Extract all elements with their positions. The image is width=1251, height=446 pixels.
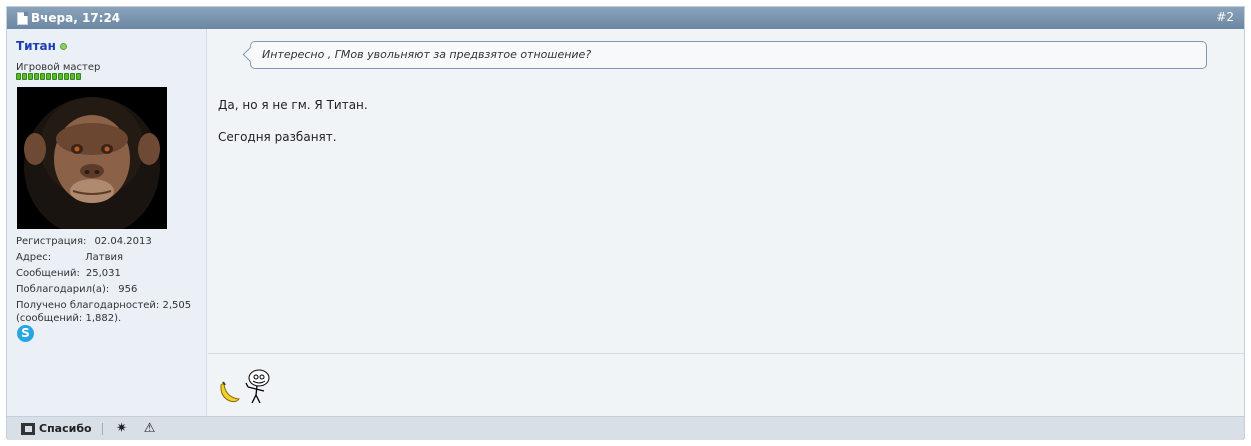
reputation-segment <box>28 73 33 80</box>
troll-stickman-icon <box>245 369 270 404</box>
registration-row: Регистрация: 02.04.2013 <box>16 234 191 250</box>
message-line-1: Да, но я не гм. Я Титан. <box>218 98 368 112</box>
post-date: Вчера, 17:24 <box>17 11 120 25</box>
star-icon[interactable]: ✷ <box>113 421 131 436</box>
user-panel: Титан Игровой мастер Регистрация: 02.04.… <box>7 29 207 416</box>
quote-text: Интересно , ГМов увольняют за предвзятое… <box>262 48 592 61</box>
reputation-segment <box>40 73 45 80</box>
posts-label: Сообщений: <box>16 268 80 279</box>
signature <box>218 369 272 405</box>
avatar[interactable] <box>17 87 167 229</box>
username-text: Титан <box>16 39 56 53</box>
reputation-segment <box>22 73 27 80</box>
reputation-segment <box>76 73 81 80</box>
username-link[interactable]: Титан <box>16 39 67 53</box>
user-title: Игровой мастер <box>16 62 101 73</box>
posts-row: Сообщений: 25,031 <box>16 266 191 282</box>
forum-post: Вчера, 17:24 #2 Титан Игровой мастер Рег… <box>6 6 1245 440</box>
online-status-icon <box>59 42 67 50</box>
post-number-link[interactable]: #2 <box>1216 10 1234 24</box>
thanked-value: 956 <box>118 284 138 295</box>
user-info: Регистрация: 02.04.2013 Адрес: Латвия Со… <box>16 234 191 325</box>
quote-block: Интересно , ГМов увольняют за предвзятое… <box>250 41 1207 69</box>
received-thanks-line1: Получено благодарностей: 2,505 <box>16 300 192 311</box>
reputation-segment <box>16 73 21 80</box>
post-date-text: Вчера, 17:24 <box>31 11 121 25</box>
post-content: Интересно , ГМов увольняют за предвзятое… <box>208 29 1244 416</box>
received-thanks-line2: (сообщений: 1,882). <box>16 313 122 324</box>
reputation-segment <box>64 73 69 80</box>
received-thanks: Получено благодарностей: 2,505 (сообщени… <box>16 299 191 325</box>
chimpanzee-avatar-image <box>17 87 167 229</box>
reputation-segment <box>70 73 75 80</box>
banana-smiley-icon <box>220 381 240 403</box>
thanks-label: Спасибо <box>39 422 92 435</box>
signature-divider <box>208 353 1244 354</box>
reputation-segment <box>34 73 39 80</box>
document-icon <box>17 11 28 25</box>
reputation-bar <box>16 73 81 80</box>
message-line-2: Сегодня разбанят. <box>218 130 337 144</box>
registration-value: 02.04.2013 <box>94 236 152 247</box>
post-header: Вчера, 17:24 #2 <box>7 7 1244 29</box>
footer-separator <box>101 422 103 435</box>
thanked-label: Поблагодарил(а): <box>16 284 110 295</box>
reputation-segment <box>46 73 51 80</box>
posts-value: 25,031 <box>85 268 121 279</box>
reputation-segment <box>52 73 57 80</box>
thumbs-up-icon <box>21 422 35 435</box>
address-row: Адрес: Латвия <box>16 250 191 266</box>
registration-label: Регистрация: <box>16 236 87 247</box>
reputation-segment <box>58 73 63 80</box>
report-warning-icon[interactable]: ⚠ <box>141 421 159 436</box>
thanks-button[interactable]: Спасибо <box>21 422 92 435</box>
address-label: Адрес: <box>16 252 52 263</box>
post-footer: Спасибо ✷ ⚠ <box>7 416 1244 440</box>
skype-icon[interactable]: S <box>17 325 34 342</box>
thanked-row: Поблагодарил(а): 956 <box>16 282 191 298</box>
address-value: Латвия <box>85 252 124 263</box>
